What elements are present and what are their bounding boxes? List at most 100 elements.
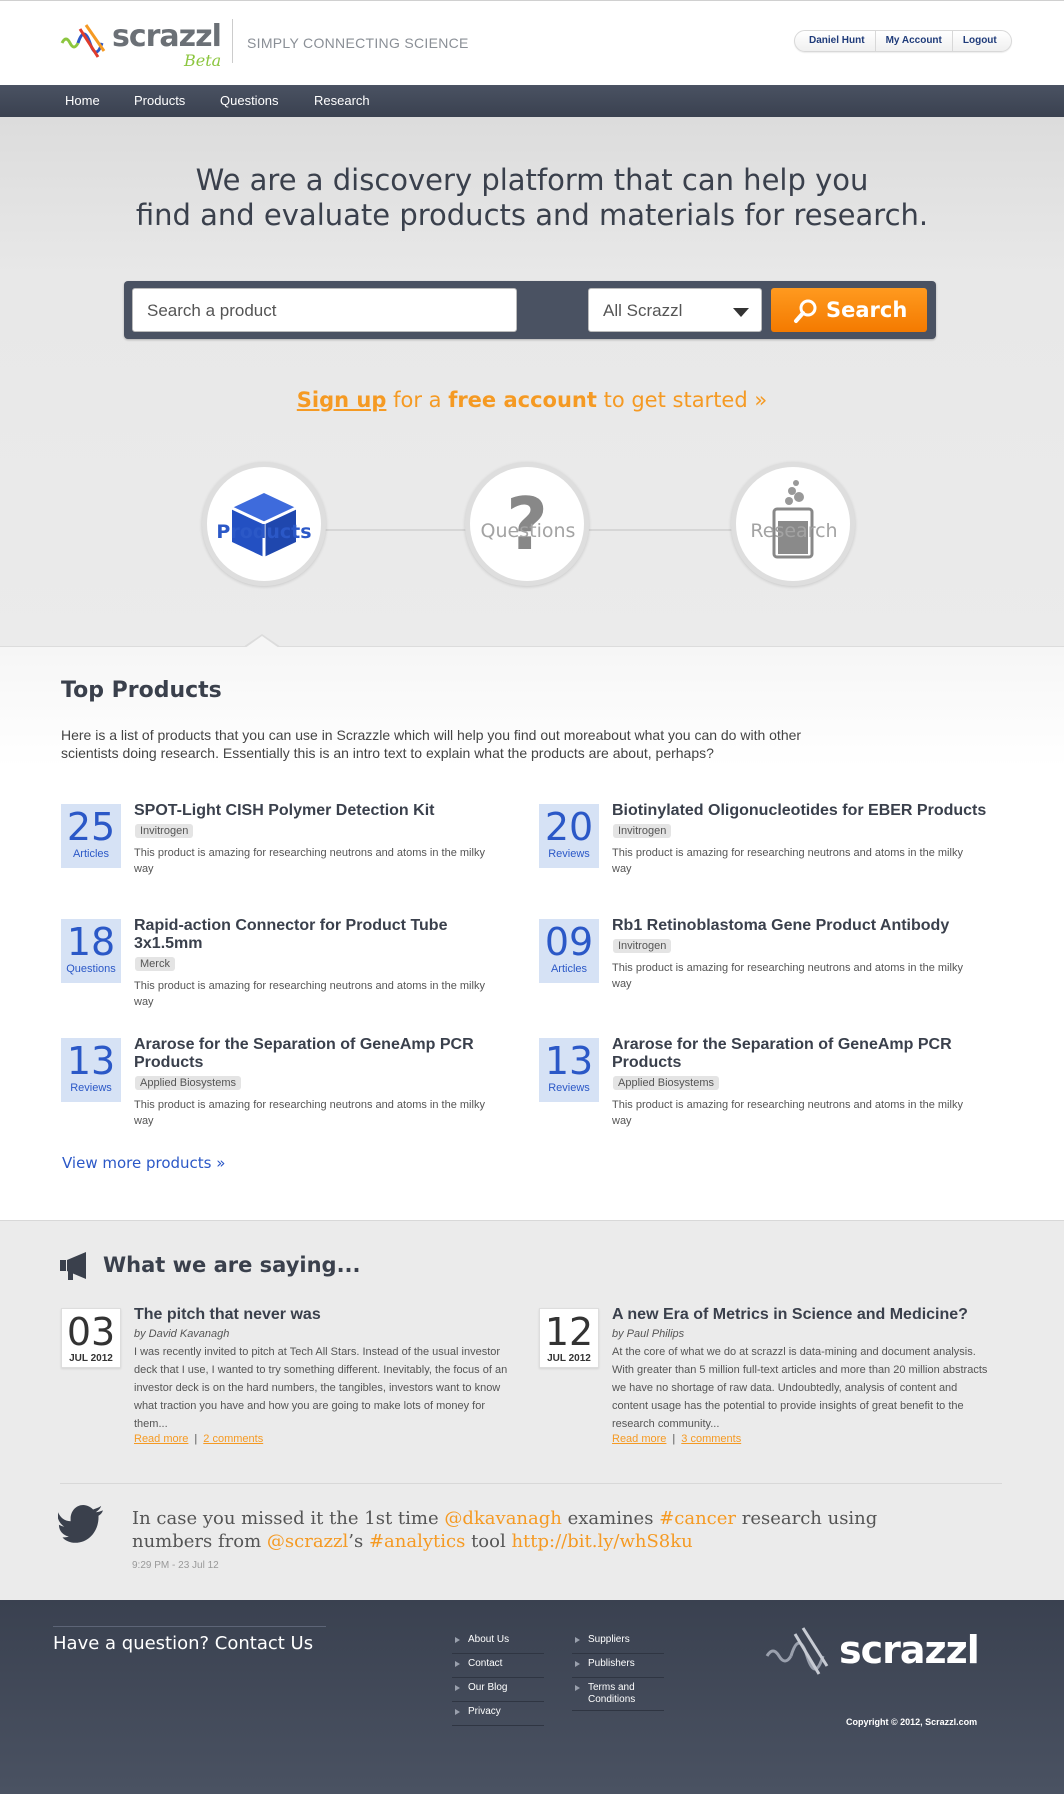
vendor-tag: Applied Biosystems [135,1076,241,1090]
twitter-bird-icon [58,1505,104,1543]
helix-logo-icon [60,24,106,58]
vendor-tag: Invitrogen [613,939,672,953]
nav-products[interactable]: Products [134,93,185,108]
comments-link[interactable]: 3 comments [681,1433,741,1445]
count-badge: 25 Articles [61,804,121,868]
post-excerpt: At the core of what we do at scrazzl is … [612,1346,988,1430]
user-nav: Daniel Hunt My Account Logout [794,30,1012,52]
logout-link[interactable]: Logout [951,31,1011,51]
helix-logo-icon [765,1627,829,1675]
product-desc: This product is amazing for researching … [134,980,485,1008]
search-scope-select[interactable]: All Scrazzl [588,288,762,332]
tagline: SIMPLY CONNECTING SCIENCE [247,35,469,51]
footer-logo-text: scrazzl [839,1628,980,1672]
product-item[interactable]: 09 Articles Rb1 Retinoblastoma Gene Produ… [539,917,989,1019]
header-divider [232,19,233,63]
post-excerpt: I was recently invited to pitch at Tech … [134,1346,508,1430]
product-item[interactable]: 13 Reviews Ararose for the Separation of … [61,1036,511,1138]
count-number: 13 [66,1039,116,1083]
blog-post: 03 JUL 2012 The pitch that never was by D… [61,1306,521,1466]
user-name-link[interactable]: Daniel Hunt [795,31,875,51]
blog-post: 12 JUL 2012 A new Era of Metrics in Scien… [539,1306,999,1466]
date-badge: 03 JUL 2012 [61,1308,121,1368]
section-title: Top Products [61,678,222,703]
view-more-products-link[interactable]: View more products » [62,1154,225,1172]
search-input[interactable]: Search a product [132,288,517,332]
divider [60,1483,1002,1484]
contact-us-link[interactable]: Have a question? Contact Us [53,1626,326,1654]
product-title[interactable]: Biotinylated Oligonucleotides for EBER P… [612,802,987,820]
tweet-url-link[interactable]: http://bit.ly/whS8ku [511,1531,692,1552]
tweet-hashtag-link[interactable]: #analytics [369,1531,465,1552]
post-title[interactable]: A new Era of Metrics in Science and Medi… [612,1306,968,1324]
count-badge: 13 Reviews [61,1038,121,1102]
footer-link-suppliers[interactable]: Suppliers [572,1630,664,1654]
magnifier-icon [794,299,817,323]
footer-link-terms[interactable]: Terms and Conditions [572,1678,664,1711]
product-item[interactable]: 18 Questions Rapid-action Connector for P… [61,917,511,1019]
search-button-label: Search [826,298,908,322]
signup-link[interactable]: Sign up [297,388,387,412]
count-badge: 18 Questions [61,919,121,983]
count-label: Articles [550,963,588,975]
count-number: 20 [544,805,594,849]
post-month: JUL 2012 [69,1353,113,1364]
main-nav: Home Products Questions Research [0,85,1064,117]
product-title[interactable]: Ararose for the Separation of GeneAmp PC… [134,1036,509,1072]
search-bar: Search a product All Scrazzl Search [124,281,936,339]
count-number: 18 [66,920,116,964]
read-more-link[interactable]: Read more [612,1433,666,1445]
tweet-mention-link[interactable]: @scrazzl [267,1531,348,1552]
megaphone-icon [60,1252,86,1280]
my-account-link[interactable]: My Account [874,31,952,51]
vendor-tag: Invitrogen [135,824,194,838]
product-item[interactable]: 20 Reviews Biotinylated Oligonucleotides … [539,802,989,904]
nav-home[interactable]: Home [65,93,100,108]
headline-line1: We are a discovery platform that can hel… [195,163,869,197]
category-products-label[interactable]: Products [164,521,364,543]
product-title[interactable]: Rb1 Retinoblastoma Gene Product Antibody [612,917,987,935]
footer-link-blog[interactable]: Our Blog [452,1678,544,1702]
category-questions-label[interactable]: Questions [428,520,628,542]
read-more-link[interactable]: Read more [134,1433,188,1445]
search-scope-value: All Scrazzl [603,301,683,320]
nav-questions[interactable]: Questions [220,93,279,108]
product-desc: This product is amazing for researching … [612,962,963,990]
footer-links-col1: About Us Contact Our Blog Privacy [452,1630,544,1726]
count-label: Reviews [548,848,590,860]
product-item[interactable]: 25 Articles SPOT-Light CISH Polymer Detec… [61,802,511,904]
count-label: Articles [72,848,110,860]
footer-link-publishers[interactable]: Publishers [572,1654,664,1678]
count-badge: 09 Articles [539,919,599,983]
tweet-mention-link[interactable]: @dkavanagh [444,1508,562,1529]
footer-logo: scrazzl [765,1622,980,1687]
count-badge: 20 Reviews [539,804,599,868]
product-desc: This product is amazing for researching … [612,1099,963,1127]
product-title[interactable]: Rapid-action Connector for Product Tube … [134,917,509,953]
free-account-link[interactable]: free account [448,388,597,412]
tweet-text: ’s [348,1531,369,1552]
comments-link[interactable]: 2 comments [203,1433,263,1445]
product-item[interactable]: 13 Reviews Ararose for the Separation of … [539,1036,989,1138]
post-title[interactable]: The pitch that never was [134,1306,321,1324]
scrazzl-logo[interactable]: scrazzl Beta [60,17,230,71]
blog-section-title: What we are saying... [103,1253,361,1277]
product-title[interactable]: SPOT-Light CISH Polymer Detection Kit [134,802,509,820]
footer-link-about[interactable]: About Us [452,1630,544,1654]
tweet-text: examines [561,1508,660,1529]
post-day: 03 [66,1310,116,1354]
hero-section: We are a discovery platform that can hel… [0,117,1064,647]
post-author: by David Kavanagh [134,1328,230,1340]
product-title[interactable]: Ararose for the Separation of GeneAmp PC… [612,1036,987,1072]
category-research-label[interactable]: Research [694,520,894,542]
tweet-hashtag-link[interactable]: #cancer [659,1508,736,1529]
nav-research[interactable]: Research [314,93,370,108]
post-day: 12 [544,1310,594,1354]
search-button[interactable]: Search [771,288,927,332]
footer-link-privacy[interactable]: Privacy [452,1702,544,1726]
footer-link-contact[interactable]: Contact [452,1654,544,1678]
vendor-tag: Merck [135,957,175,971]
dropdown-arrow-icon [733,308,749,317]
copyright: Copyright © 2012, Scrazzl.com [846,1717,978,1727]
signup-mid: for a [386,388,449,412]
